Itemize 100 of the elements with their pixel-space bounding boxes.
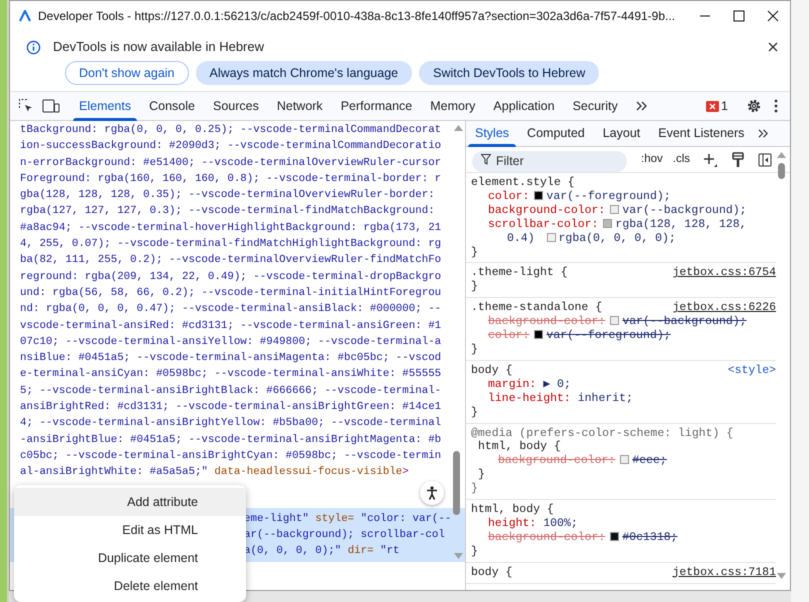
scrollbar-thumb[interactable] bbox=[778, 163, 785, 179]
panel-tab[interactable]: Elements bbox=[70, 92, 140, 120]
closing-brace: } bbox=[471, 544, 479, 559]
panel-tab[interactable]: Security bbox=[564, 92, 627, 120]
panel-tab[interactable]: Application bbox=[484, 92, 564, 120]
css-selector: html, body { bbox=[478, 440, 561, 454]
attribute-value: ansiBrightRed: #cd3131; --vscode-terminal-ansiBrightGreen: #14ce1 bbox=[20, 401, 442, 414]
attribute-value: 4, 255, 0.07); --vscode-terminal-findMatchHighlightBackground: rg bbox=[20, 238, 442, 250]
source-link[interactable]: jetbox.css:6226 bbox=[672, 301, 776, 316]
attribute-value: reground: rgba(209, 134, 22, 0.49); --vscode-terminal-dropBackgro bbox=[20, 270, 442, 283]
property-value: inherit; bbox=[578, 392, 633, 405]
property-name: scrollbar-color: bbox=[488, 218, 598, 231]
plus-icon bbox=[702, 152, 718, 168]
closing-brace: } bbox=[471, 342, 479, 357]
panel-tab[interactable]: Network bbox=[268, 92, 332, 120]
attribute-value: #a8ac94; --vscode-terminal-hoverHighlightBackground: rgba(173, 21 bbox=[20, 222, 442, 234]
styles-tab[interactable]: Layout bbox=[594, 121, 650, 146]
panel-tab[interactable]: Sources bbox=[204, 92, 268, 120]
app-icon bbox=[18, 9, 32, 23]
color-swatch[interactable] bbox=[534, 190, 544, 200]
scroll-down-icon bbox=[777, 573, 786, 579]
attribute-value: und: rgba(56, 58, 66, 0.2); --vscode-terminal-initialHintForegrou bbox=[20, 286, 442, 299]
source-link[interactable]: jetbox.css:7181 bbox=[672, 566, 776, 580]
panel-tab[interactable]: Memory bbox=[421, 92, 484, 120]
attribute-value: tBackground: rgba(0, 0, 0, 0.25); --vscode-terminalCommandDecorat bbox=[20, 124, 442, 136]
source-link[interactable]: <style> bbox=[728, 364, 776, 378]
error-icon bbox=[706, 100, 720, 112]
attribute-value: c05bc; --vscode-terminal-ansiBrightCyan: #0598bc; --vscode-termin bbox=[20, 450, 442, 462]
closing-brace: } bbox=[471, 280, 479, 294]
styles-tab[interactable]: Computed bbox=[518, 121, 594, 146]
attribute-name: style= bbox=[315, 512, 354, 525]
infobar-button[interactable]: Don't show again bbox=[65, 61, 189, 85]
attribute-value: -ansiBrightBlue: #0451a5; --vscode-terminal-ansiBrightMagenta: #b bbox=[20, 434, 442, 446]
attribute-value: e-terminal-ansiCyan: #0598bc; --vscode-terminal-ansiWhite: #55555 bbox=[20, 368, 442, 380]
error-count-button[interactable]: 1 bbox=[702, 92, 732, 120]
inspect-icon bbox=[18, 98, 34, 114]
window-title: Developer Tools - https://127.0.0.1:56213/c/acb2459f-0010-438a-8c13-8fe140ff957a?section=302a3d6a-7f57-4491-9b... bbox=[38, 8, 676, 25]
paint-roller-icon bbox=[732, 152, 744, 168]
tag-bracket: > bbox=[402, 466, 409, 478]
property-value: ▶ 0; bbox=[543, 378, 571, 391]
property-value: #eee; bbox=[632, 454, 667, 468]
property-name: background-color: bbox=[488, 204, 606, 217]
maximize-icon bbox=[733, 10, 745, 22]
toggle-button[interactable]: :hov bbox=[639, 150, 665, 168]
css-selector: .theme-standalone { bbox=[471, 301, 602, 316]
attribute-value: 4; --vscode-terminal-ansiBrightYellow: #b5ba00; --vscode-terminal bbox=[20, 417, 442, 430]
attribute-value: 07c10; --vscode-terminal-ansiYellow: #949800; --vscode-terminal-a bbox=[20, 336, 442, 348]
css-selector: element.style { bbox=[471, 176, 575, 190]
accessibility-button[interactable] bbox=[420, 481, 444, 505]
attribute-value: ar(--background); scrollbar-col bbox=[244, 528, 445, 541]
property-value: var(--foreground); bbox=[546, 190, 671, 203]
menu-item[interactable]: Edit as HTML bbox=[14, 516, 246, 544]
menu-item[interactable]: Duplicate element bbox=[14, 544, 246, 572]
styles-tab[interactable]: Styles bbox=[466, 121, 518, 146]
color-swatch[interactable] bbox=[620, 455, 630, 464]
attribute-value: nsiBlue: #0451a5; --vscode-terminal-ansiMagenta: #bc05bc; --vscod bbox=[20, 352, 442, 364]
closing-brace: } bbox=[471, 406, 479, 420]
infobar-button[interactable]: Switch DevTools to Hebrew bbox=[419, 61, 600, 85]
menu-item[interactable]: Add attribute bbox=[14, 488, 246, 516]
attribute-value: ion-successBackground: #2090d3; --vscode-terminalCommandDecoratio bbox=[20, 140, 442, 152]
color-swatch[interactable] bbox=[610, 532, 620, 541]
color-swatch[interactable] bbox=[603, 218, 612, 228]
panel-tab[interactable]: Performance bbox=[332, 92, 422, 120]
property-name: color: bbox=[488, 329, 530, 342]
attribute-value: gba(128, 128, 128, 0.35); --vscode-terminalOverviewRuler-border: bbox=[20, 189, 435, 202]
closing-brace: } bbox=[477, 468, 486, 482]
infobar-button[interactable]: Always match Chrome's language bbox=[196, 61, 412, 85]
color-swatch[interactable] bbox=[610, 316, 620, 326]
attribute-value: al-ansiBrightWhite: #a5a5a5;" bbox=[20, 466, 208, 478]
attribute-value: rgba(127, 127, 127, 0.3); --vscode-terminal-findMatchBackground: bbox=[20, 205, 435, 218]
toggle-button[interactable]: .cls bbox=[670, 150, 692, 168]
source-link[interactable]: jetbox.css:6754 bbox=[672, 266, 776, 280]
css-selector: body { bbox=[471, 364, 512, 378]
menu-item[interactable]: Delete element bbox=[14, 572, 246, 600]
color-swatch[interactable] bbox=[546, 232, 556, 242]
color-swatch[interactable] bbox=[534, 330, 544, 340]
property-value: var(--background); bbox=[622, 315, 747, 328]
close-icon bbox=[768, 42, 778, 52]
css-selector: body { bbox=[471, 566, 512, 580]
attribute-value: eme-light" bbox=[244, 512, 309, 525]
filter-field[interactable]: Filter bbox=[472, 150, 627, 172]
panel-tab[interactable]: Console bbox=[140, 92, 204, 120]
attribute-value: n-errorBackground: #e51400; --vscode-terminalOverviewRuler-cursor bbox=[20, 156, 442, 169]
property-name: margin: bbox=[488, 378, 536, 391]
device-icon bbox=[42, 98, 60, 114]
scroll-up-icon bbox=[454, 125, 463, 131]
property-value: var(--background); bbox=[622, 204, 747, 217]
property-name: height: bbox=[488, 516, 536, 530]
property-name: line-height: bbox=[488, 392, 571, 405]
property-name: background-color: bbox=[488, 530, 606, 544]
styles-tab[interactable]: Event Listeners bbox=[649, 121, 754, 146]
attribute-value: Foreground: rgba(160, 160, 160, 0.8); --vscode-terminal-border: r bbox=[20, 172, 442, 185]
attribute-value: "rt bbox=[380, 545, 400, 558]
attribute-value: ba(82, 111, 255, 0.2); --vscode-terminalOverviewRuler-findMatchFo bbox=[20, 254, 442, 266]
property-value: var(--foreground); bbox=[546, 329, 671, 342]
property-value: rgba(0, 0, 0, 0); bbox=[558, 232, 676, 245]
color-swatch[interactable] bbox=[610, 204, 620, 214]
attribute-value: 5; --vscode-terminal-ansiBrightBlack: #666666; --vscode-terminal- bbox=[20, 384, 442, 397]
attribute-name: dir= bbox=[348, 545, 374, 558]
scrollbar-thumb[interactable] bbox=[453, 451, 460, 515]
